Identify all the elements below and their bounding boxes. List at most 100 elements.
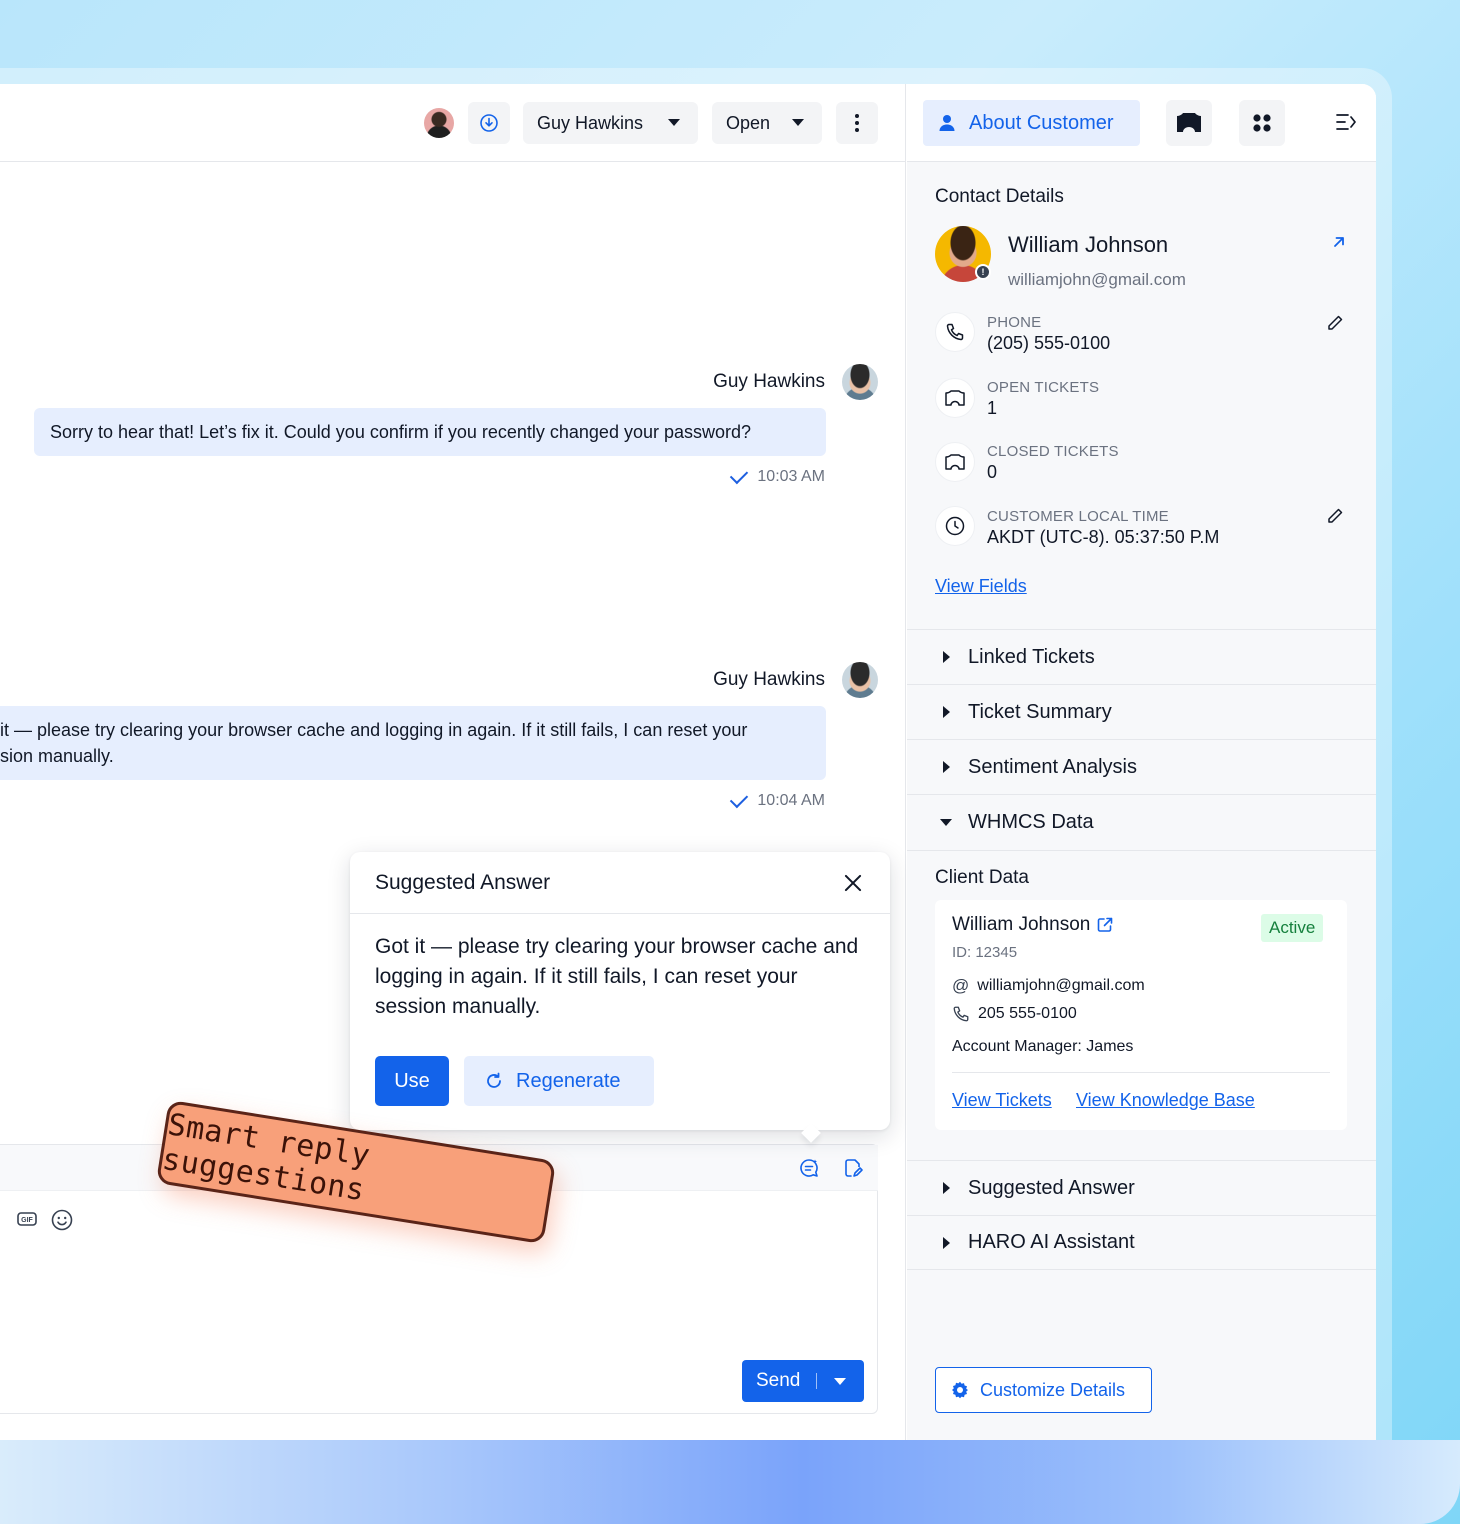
agent-message-avatar xyxy=(842,364,878,400)
close-icon[interactable] xyxy=(842,872,864,894)
field-label: PHONE xyxy=(987,314,1042,331)
ticket-outline-icon xyxy=(945,390,965,406)
client-card: William Johnson ID: 12345 Active @ willi… xyxy=(935,900,1347,1130)
section-label: Sentiment Analysis xyxy=(968,755,1137,778)
client-data-title: Client Data xyxy=(935,867,1029,888)
message-author: Guy Hawkins xyxy=(713,371,825,392)
field-value: AKDT (UTC-8). 05:37:50 P.M xyxy=(987,527,1220,547)
ticket-outline-icon xyxy=(945,454,965,470)
ticket-icon-wrap xyxy=(935,378,975,418)
tab-apps[interactable] xyxy=(1239,100,1285,146)
section-sentiment-analysis[interactable]: Sentiment Analysis xyxy=(907,739,1376,794)
caret-down-icon xyxy=(940,819,952,826)
phone-icon xyxy=(946,323,964,341)
send-divider xyxy=(816,1373,817,1389)
section-suggested-answer[interactable]: Suggested Answer xyxy=(907,1160,1376,1215)
view-tickets-link[interactable]: View Tickets xyxy=(952,1090,1052,1111)
collapse-panel-icon[interactable] xyxy=(1335,112,1357,132)
template-edit-icon[interactable] xyxy=(842,1157,864,1179)
agent-avatar[interactable] xyxy=(424,108,454,138)
divider xyxy=(952,1072,1330,1073)
apps-grid-icon xyxy=(1253,114,1271,132)
open-external-arrow-icon[interactable] xyxy=(1331,234,1347,250)
popup-tail xyxy=(801,1123,821,1143)
send-label: Send xyxy=(756,1370,801,1391)
svg-text:GIF: GIF xyxy=(21,1217,33,1224)
refresh-icon xyxy=(487,1072,501,1088)
download-button[interactable] xyxy=(468,102,510,144)
ai-reply-icon[interactable] xyxy=(798,1157,820,1179)
clock-icon xyxy=(945,516,965,536)
ticket-icon-wrap xyxy=(935,442,975,482)
check-icon xyxy=(730,465,749,485)
field-value: 0 xyxy=(987,462,998,482)
caret-right-icon xyxy=(943,706,950,718)
client-email: williamjohn@gmail.com xyxy=(977,977,1145,994)
customer-panel-toolbar: About Customer xyxy=(907,84,1376,162)
customer-panel: About Customer Contact Details ! William… xyxy=(907,84,1376,1440)
section-label: Ticket Summary xyxy=(968,700,1112,723)
status-badge: Active xyxy=(1261,914,1324,942)
popup-title: Suggested Answer xyxy=(375,871,551,894)
message-meta: 10:04 AM xyxy=(730,789,825,810)
message-time: 10:04 AM xyxy=(757,792,825,809)
popup-header: Suggested Answer xyxy=(350,852,890,914)
message-time: 10:03 AM xyxy=(757,468,825,485)
ticket-icon xyxy=(1177,113,1201,132)
section-label: Suggested Answer xyxy=(968,1176,1135,1199)
customize-details-button[interactable]: Customize Details xyxy=(935,1367,1152,1413)
client-email-row: @ williamjohn@gmail.com xyxy=(952,976,1145,996)
message-text-line: it — please try clearing your browser ca… xyxy=(0,720,748,740)
download-circle-icon xyxy=(480,114,498,132)
tab-tickets[interactable] xyxy=(1166,100,1212,146)
regenerate-label: Regenerate xyxy=(516,1069,621,1092)
bottom-gradient-glow xyxy=(0,1440,1460,1524)
field-value: 1 xyxy=(987,398,998,418)
contact-details-title: Contact Details xyxy=(935,186,1064,207)
section-haro-ai-assistant[interactable]: HARO AI Assistant xyxy=(907,1215,1376,1270)
assignee-label: Guy Hawkins xyxy=(537,112,644,133)
section-label: WHMCS Data xyxy=(968,810,1094,833)
gif-icon[interactable]: GIF xyxy=(16,1208,38,1230)
contact-name: William Johnson xyxy=(1008,232,1169,257)
status-dropdown[interactable]: Open xyxy=(712,102,822,144)
caret-right-icon xyxy=(943,1237,950,1249)
phone-icon xyxy=(953,1006,969,1022)
message-bubble: it — please try clearing your browser ca… xyxy=(0,706,826,780)
send-button[interactable]: Send xyxy=(742,1360,864,1402)
section-label: HARO AI Assistant xyxy=(968,1231,1135,1253)
conversation-toolbar: Guy Hawkins Open xyxy=(0,84,906,162)
view-knowledge-base-link[interactable]: View Knowledge Base xyxy=(1076,1090,1255,1111)
section-ticket-summary[interactable]: Ticket Summary xyxy=(907,684,1376,739)
client-phone: 205 555-0100 xyxy=(978,1005,1077,1022)
at-sign-icon: @ xyxy=(952,976,970,995)
field-label: CUSTOMER LOCAL TIME xyxy=(987,508,1169,525)
chevron-down-icon[interactable] xyxy=(834,1378,846,1385)
caret-right-icon xyxy=(943,651,950,663)
section-whmcs-data[interactable]: WHMCS Data xyxy=(907,794,1376,849)
customize-label: Customize Details xyxy=(980,1379,1126,1400)
regenerate-button[interactable]: Regenerate xyxy=(464,1056,654,1106)
client-name: William Johnson xyxy=(952,914,1091,935)
message-author: Guy Hawkins xyxy=(713,669,825,690)
field-label: OPEN TICKETS xyxy=(987,379,1100,396)
message-meta: 10:03 AM xyxy=(730,465,825,486)
assignee-dropdown[interactable]: Guy Hawkins xyxy=(523,102,698,144)
more-options-button[interactable] xyxy=(836,102,878,144)
pencil-icon[interactable] xyxy=(1325,313,1345,333)
section-linked-tickets[interactable]: Linked Tickets xyxy=(907,629,1376,684)
tab-about-customer[interactable]: About Customer xyxy=(923,100,1140,146)
clock-icon-wrap xyxy=(935,506,975,546)
check-icon xyxy=(730,789,749,809)
use-label: Use xyxy=(394,1069,430,1092)
message-bubble: Sorry to hear that! Let’s fix it. Could … xyxy=(34,408,826,456)
suggested-answer-popup: Suggested Answer Got it — please try cle… xyxy=(350,852,890,1143)
view-fields-link[interactable]: View Fields xyxy=(935,576,1027,597)
emoji-icon[interactable] xyxy=(50,1208,74,1232)
section-label: Linked Tickets xyxy=(968,645,1095,668)
chevron-down-icon xyxy=(668,119,680,126)
message-text: Sorry to hear that! Let’s fix it. Could … xyxy=(50,422,752,442)
client-name-link[interactable]: William Johnson xyxy=(952,914,1114,936)
use-button[interactable]: Use xyxy=(375,1056,449,1106)
pencil-icon[interactable] xyxy=(1325,506,1345,526)
